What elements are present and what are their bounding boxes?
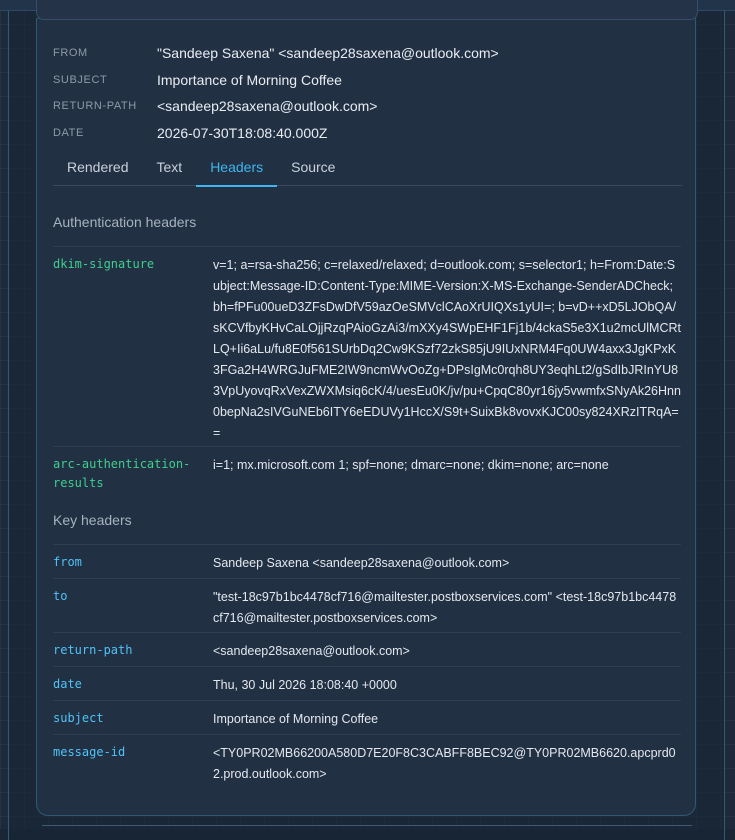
key-header-row: date Thu, 30 Jul 2026 18:08:40 +0000 bbox=[53, 666, 681, 700]
key-header-key: message-id bbox=[53, 745, 126, 759]
key-header-value: Thu, 30 Jul 2026 18:08:40 +0000 bbox=[213, 678, 397, 692]
key-header-row: return-path <sandeep28saxena@outlook.com… bbox=[53, 632, 681, 666]
auth-headers-title: Authentication headers bbox=[53, 214, 197, 230]
auth-header-row: dkim-signature v=1; a=rsa-sha256; c=rela… bbox=[53, 246, 681, 446]
key-header-key: return-path bbox=[53, 643, 133, 657]
key-header-key: subject bbox=[53, 711, 104, 725]
auth-headers-table: dkim-signature v=1; a=rsa-sha256; c=rela… bbox=[53, 246, 681, 496]
meta-row-date: DATE 2026-07-30T18:08:40.000Z bbox=[53, 120, 683, 147]
key-header-value: <TY0PR02MB66200A580D7E20F8C3CABFF8BEC92@… bbox=[213, 746, 676, 781]
meta-subject-label: SUBJECT bbox=[53, 73, 108, 86]
key-header-value: Importance of Morning Coffee bbox=[213, 712, 379, 726]
previous-card-tab bbox=[36, 0, 698, 20]
tab-text[interactable]: Text bbox=[143, 150, 197, 185]
key-header-row: from Sandeep Saxena <sandeep28saxena@out… bbox=[53, 544, 681, 578]
key-header-row: message-id <TY0PR02MB66200A580D7E20F8C3C… bbox=[53, 734, 681, 788]
auth-header-key: arc-authentication-results bbox=[53, 457, 191, 490]
meta-row-from: FROM "Sandeep Saxena" <sandeep28saxena@o… bbox=[53, 40, 683, 67]
message-meta: FROM "Sandeep Saxena" <sandeep28saxena@o… bbox=[53, 40, 683, 146]
key-headers-table: from Sandeep Saxena <sandeep28saxena@out… bbox=[53, 544, 681, 788]
auth-header-value: v=1; a=rsa-sha256; c=relaxed/relaxed; d=… bbox=[213, 258, 681, 440]
key-header-key: from bbox=[53, 555, 82, 569]
next-card-edge bbox=[42, 825, 692, 826]
key-header-row: to "test-18c97b1bc4478cf716@mailtester.p… bbox=[53, 578, 681, 632]
meta-from-value: "Sandeep Saxena" <sandeep28saxena@outloo… bbox=[157, 45, 499, 62]
meta-from-label: FROM bbox=[53, 47, 88, 60]
key-header-row: subject Importance of Morning Coffee bbox=[53, 700, 681, 734]
tab-source[interactable]: Source bbox=[277, 150, 349, 185]
meta-row-return-path: RETURN-PATH <sandeep28saxena@outlook.com… bbox=[53, 93, 683, 120]
key-header-value: Sandeep Saxena <sandeep28saxena@outlook.… bbox=[213, 556, 510, 570]
key-headers-title: Key headers bbox=[53, 512, 132, 528]
key-header-value: "test-18c97b1bc4478cf716@mailtester.post… bbox=[213, 590, 677, 625]
key-header-key: date bbox=[53, 677, 82, 691]
meta-return-path-label: RETURN-PATH bbox=[53, 100, 137, 113]
view-tabs: Rendered Text Headers Source bbox=[53, 150, 682, 187]
auth-header-key: dkim-signature bbox=[53, 257, 155, 271]
key-header-value: <sandeep28saxena@outlook.com> bbox=[213, 644, 410, 658]
auth-header-value: i=1; mx.microsoft.com 1; spf=none; dmarc… bbox=[213, 458, 609, 472]
tab-headers[interactable]: Headers bbox=[196, 150, 278, 187]
auth-header-row: arc-authentication-results i=1; mx.micro… bbox=[53, 446, 681, 496]
meta-return-path-value: <sandeep28saxena@outlook.com> bbox=[157, 98, 378, 115]
tab-rendered[interactable]: Rendered bbox=[53, 150, 143, 185]
message-detail-card: FROM "Sandeep Saxena" <sandeep28saxena@o… bbox=[36, 18, 696, 816]
meta-subject-value: Importance of Morning Coffee bbox=[157, 71, 342, 88]
meta-row-subject: SUBJECT Importance of Morning Coffee bbox=[53, 67, 683, 94]
meta-date-label: DATE bbox=[53, 126, 84, 139]
key-header-key: to bbox=[53, 589, 68, 603]
meta-date-value: 2026-07-30T18:08:40.000Z bbox=[157, 124, 328, 141]
